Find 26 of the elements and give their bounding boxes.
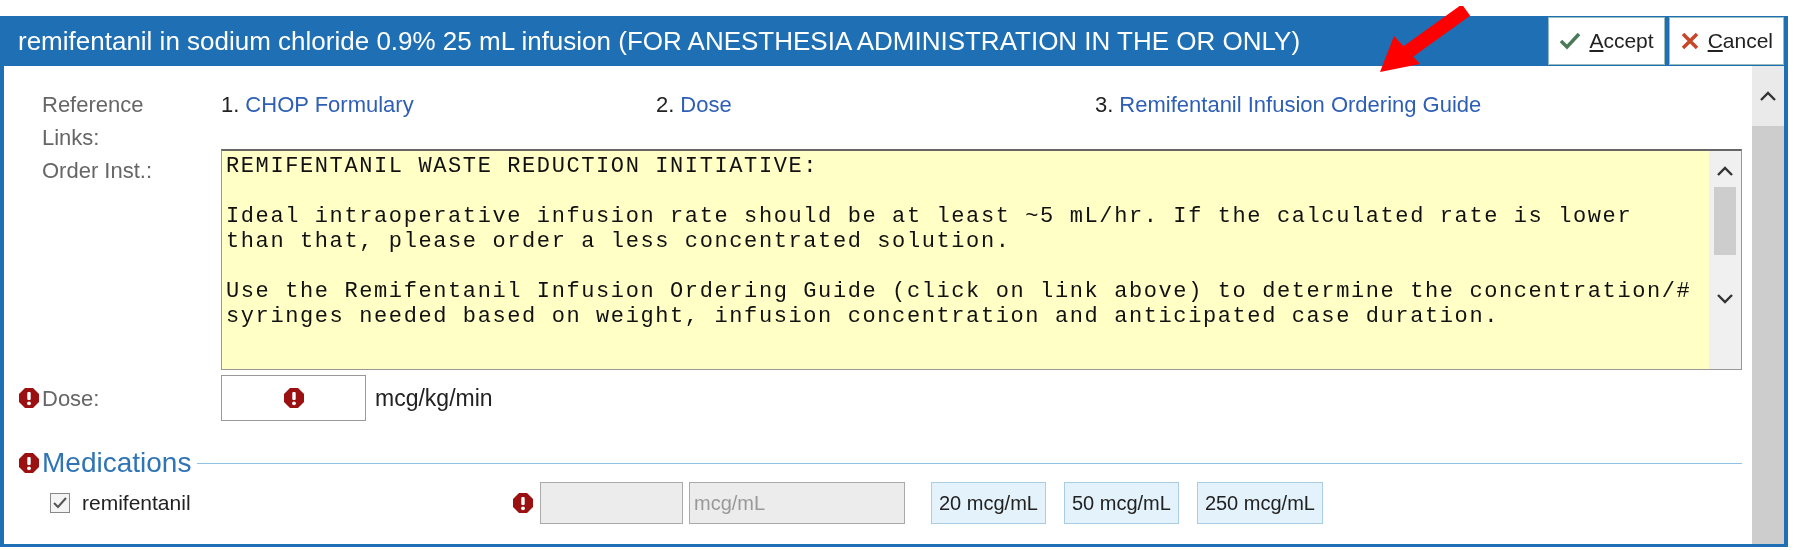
scroll-up-icon <box>1759 90 1777 102</box>
scroll-thumb[interactable] <box>1714 187 1736 255</box>
scroll-down-icon <box>1716 293 1734 305</box>
close-icon <box>1679 31 1700 51</box>
scrollbar[interactable] <box>1752 66 1784 544</box>
field-label: Dose: <box>42 384 101 413</box>
section-title: Medications <box>42 447 192 479</box>
cancel-button[interactable]: Cancel <box>1668 17 1784 65</box>
link-number: 2. <box>656 91 675 119</box>
field-label: Order Inst.: <box>42 157 154 185</box>
reference-link[interactable]: CHOP Formulary <box>245 88 414 121</box>
scroll-up-icon <box>1716 165 1734 177</box>
scrollbar[interactable] <box>1709 151 1741 369</box>
link-number: 1. <box>221 91 240 119</box>
link-number: 3. <box>1095 91 1114 119</box>
checkmark-icon <box>1559 32 1582 50</box>
accept-button[interactable]: Accept <box>1548 17 1665 65</box>
medication-name: remifentanil <box>82 491 192 515</box>
dose-field[interactable] <box>221 375 366 421</box>
unit-label: mcg/kg/min <box>375 384 493 412</box>
error-icon <box>282 387 305 409</box>
reference-link[interactable]: Remifentanil Infusion Ordering Guide <box>1119 88 1482 121</box>
reference-link[interactable]: Dose <box>680 88 732 121</box>
field-label: Reference Links: <box>42 91 145 152</box>
instructions-text: REMIFENTANIL WASTE REDUCTION INITIATIVE: Ideal intraoperative infusion rate should be at least ~5 mL/hr. If the calculated rate is lower than that, please order a less concentrated solution. Use the Remifentanil Infusion Ordering Guide (click on link above) to determine the concentration/# syringes needed based on weight, infusion concentration and anticipated case duration. <box>225 153 1693 331</box>
window-title: remifentanil in sodium chloride 0.9% 25 mL infusion (FOR ANESTHESIA ADMINISTRATION IN THE OR ONLY) <box>17 25 1302 57</box>
